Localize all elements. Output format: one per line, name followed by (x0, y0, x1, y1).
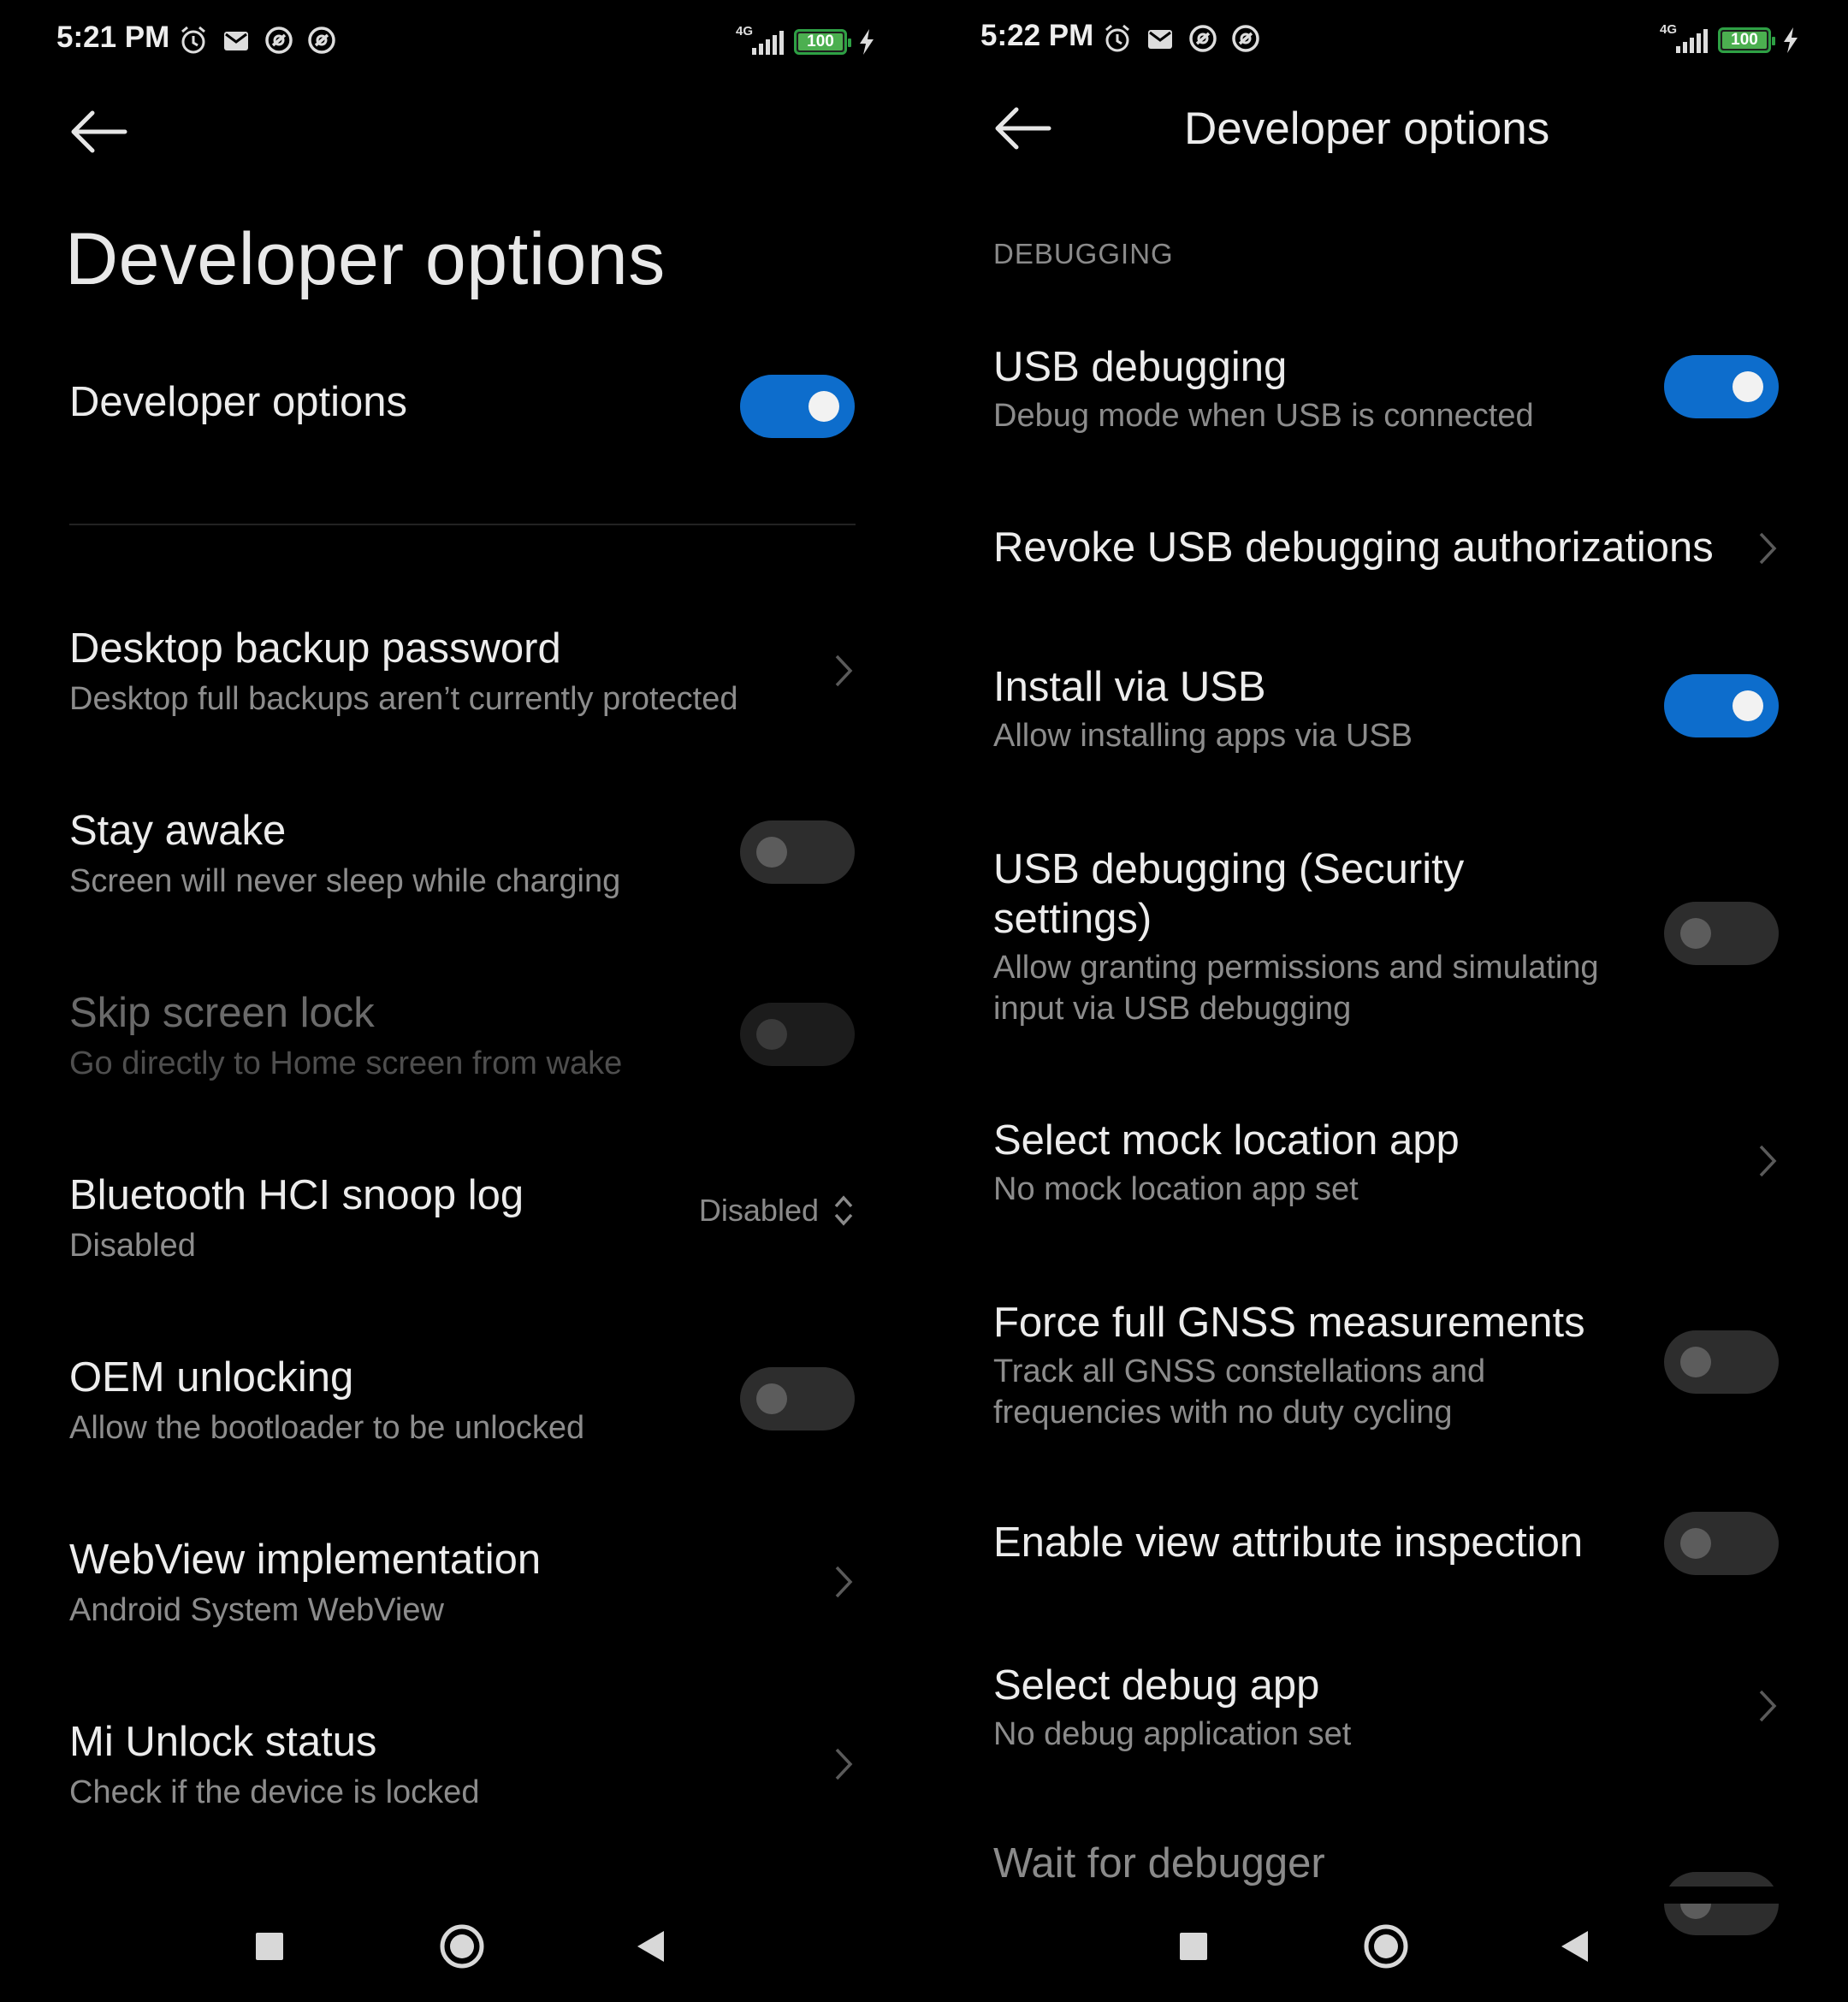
item-label: Revoke USB debugging authorizations (993, 524, 1714, 571)
item-label: Enable view attribute inspection (993, 1519, 1584, 1566)
status-time: 5:21 PM (56, 21, 170, 54)
item-label: Mi Unlock status (69, 1719, 377, 1765)
item-label: Install via USB (993, 664, 1266, 710)
item-label: Force full GNSS measurements (993, 1300, 1585, 1346)
item-sub: Desktop full backups aren’t currently pr… (69, 681, 738, 717)
left-screen: 5:21 PM 4G 100 Developer options Develop… (0, 0, 924, 2002)
usb-debugging-toggle[interactable] (1664, 355, 1779, 418)
hci-snoop-dropdown[interactable]: Disabled (699, 1191, 855, 1230)
item-sub: Android System WebView (69, 1592, 444, 1628)
item-label: Select debug app (993, 1662, 1320, 1709)
mail-icon (1148, 30, 1172, 49)
developer-options-toggle[interactable] (740, 375, 855, 438)
oem-unlocking-toggle[interactable] (740, 1367, 855, 1430)
right-screen: 5:22 PM 4G 100 Developer options DEBUGGI… (924, 0, 1848, 2002)
force-gnss-toggle[interactable] (1664, 1330, 1779, 1394)
stay-awake-toggle[interactable] (740, 820, 855, 884)
item-label: USB debugging (993, 344, 1288, 390)
status-time: 5:22 PM (980, 19, 1094, 52)
navigation-bar (0, 1899, 924, 2002)
page-title: Developer options (65, 218, 666, 300)
item-sub: No mock location app set (993, 1171, 1359, 1207)
sync-icon (265, 27, 293, 54)
home-icon (440, 1924, 484, 1969)
skip-screen-lock-toggle (740, 1003, 855, 1066)
alarm-icon (1105, 24, 1129, 52)
back-arrow-icon[interactable] (68, 108, 130, 156)
back-triangle-icon (1561, 1931, 1588, 1962)
chevron-right-icon (835, 654, 853, 687)
item-sub-line2: input via USB debugging (993, 991, 1352, 1027)
chevron-right-icon (1759, 1690, 1777, 1722)
sync-icon (1189, 25, 1217, 52)
item-sub-line2: frequencies with no duty cycling (993, 1395, 1453, 1430)
page-title: Developer options (1184, 104, 1550, 154)
updown-chevron-icon (834, 1195, 853, 1226)
sync-icon (1232, 25, 1259, 52)
mail-icon (224, 32, 248, 50)
home-button[interactable] (1356, 1916, 1416, 1976)
home-button[interactable] (432, 1916, 492, 1976)
item-sub-line1: Track all GNSS constellations and (993, 1353, 1486, 1389)
back-button[interactable] (620, 1916, 680, 1976)
chevron-right-icon (1759, 1145, 1777, 1177)
install-via-usb-toggle[interactable] (1664, 674, 1779, 737)
home-icon (1364, 1924, 1408, 1969)
recents-button[interactable] (240, 1916, 299, 1976)
item-label: OEM unlocking (69, 1354, 354, 1401)
battery-icon: 100 (1718, 27, 1775, 53)
dropdown-value: Disabled (698, 1193, 819, 1228)
item-sub: Disabled (69, 1228, 196, 1264)
signal-icon: 4G (1660, 22, 1708, 56)
view-attribute-inspection-toggle[interactable] (1664, 1512, 1779, 1575)
item-sub: Check if the device is locked (69, 1774, 480, 1810)
item-label: Bluetooth HCI snoop log (69, 1172, 524, 1218)
section-header-debugging: DEBUGGING (993, 238, 1174, 270)
item-label: Desktop backup password (69, 625, 561, 672)
item-label: Select mock location app (993, 1117, 1460, 1164)
recents-icon (1180, 1933, 1207, 1960)
sync-icon (308, 27, 335, 54)
chevron-right-icon (835, 1566, 853, 1598)
item-sub: Go directly to Home screen from wake (69, 1045, 623, 1081)
divider (69, 524, 856, 525)
item-sub: Allow the bootloader to be unlocked (69, 1410, 585, 1446)
item-sub: Allow installing apps via USB (993, 718, 1413, 754)
recents-icon (256, 1933, 283, 1960)
back-button[interactable] (1544, 1916, 1604, 1976)
charging-bolt-icon (860, 29, 874, 55)
item-label: Wait for debugger (993, 1840, 1325, 1886)
item-label: WebView implementation (69, 1537, 542, 1583)
item-label-line2: settings) (993, 896, 1152, 942)
status-bar: 5:21 PM 4G 100 (0, 0, 924, 86)
usb-debugging-security-toggle[interactable] (1664, 902, 1779, 965)
item-label-line1: USB debugging (Security (993, 846, 1465, 892)
item-sub: Screen will never sleep while charging (69, 863, 621, 899)
developer-options-label: Developer options (69, 379, 407, 425)
item-label: Stay awake (69, 808, 287, 854)
navigation-bar (924, 1899, 1848, 2002)
chevron-right-icon (835, 1748, 853, 1780)
item-label: Skip screen lock (69, 990, 375, 1036)
signal-icon: 4G (736, 24, 784, 58)
item-sub: Debug mode when USB is connected (993, 398, 1534, 434)
alarm-icon (181, 26, 205, 54)
back-triangle-icon (637, 1931, 664, 1962)
back-arrow-icon[interactable] (992, 104, 1054, 152)
status-bar: 5:22 PM 4G 100 (924, 0, 1848, 86)
recents-button[interactable] (1164, 1916, 1223, 1976)
item-sub-line1: Allow granting permissions and simulatin… (993, 950, 1599, 986)
item-sub: No debug application set (993, 1716, 1352, 1752)
chevron-right-icon (1759, 532, 1777, 565)
charging-bolt-icon (1784, 27, 1798, 53)
battery-icon: 100 (794, 29, 851, 55)
